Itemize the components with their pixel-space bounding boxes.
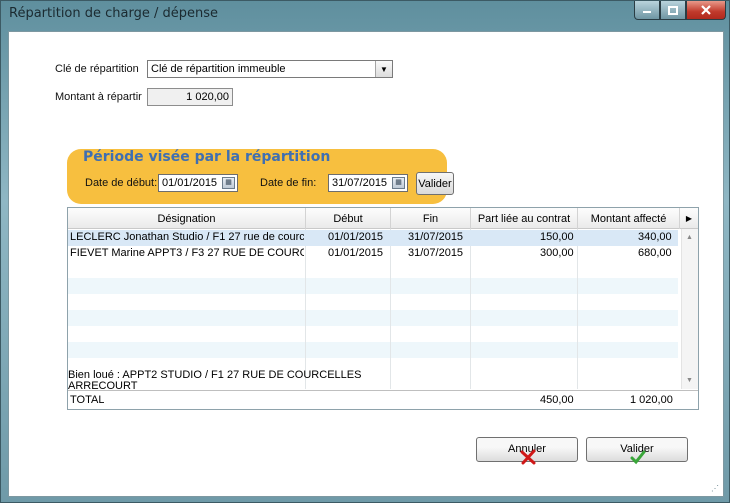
cell-fin: 31/07/2015 xyxy=(408,247,464,259)
maximize-icon xyxy=(668,5,678,15)
valider-button[interactable]: Valider xyxy=(586,437,688,465)
column-header-fin[interactable]: Fin xyxy=(391,208,471,229)
grid-header: Désignation Début Fin Part liée au contr… xyxy=(68,208,698,229)
date-debut-value: 01/01/2015 xyxy=(162,177,218,189)
bien-loue-note: Bien loué : APPT2 STUDIO / F1 27 RUE DE … xyxy=(68,370,362,390)
table-row[interactable]: FIEVET Marine APPT3 / F3 27 RUE DE COURC… xyxy=(68,246,678,262)
scroll-down-icon[interactable]: ▼ xyxy=(686,377,693,384)
cell-part: 150,00 xyxy=(540,231,574,243)
date-debut-label: Date de début: xyxy=(85,177,158,189)
empty-row xyxy=(68,342,678,358)
cle-select[interactable]: Clé de répartition immeuble ▼ xyxy=(147,60,393,78)
cle-label: Clé de répartition xyxy=(55,63,139,75)
column-header-debut[interactable]: Début xyxy=(306,208,391,229)
cell-montant: 340,00 xyxy=(638,231,672,243)
calendar-icon[interactable]: ▦ xyxy=(392,177,405,189)
cell-fin: 31/07/2015 xyxy=(408,231,464,243)
date-debut-input[interactable]: 01/01/2015 ▦ xyxy=(158,174,238,192)
empty-row xyxy=(68,278,678,294)
dialog-window: Répartition de charge / dépense Clé de r… xyxy=(0,0,730,503)
title-bar[interactable]: Répartition de charge / dépense xyxy=(1,1,729,29)
period-panel: Période visée par la répartition Date de… xyxy=(67,149,454,204)
minimize-icon xyxy=(643,11,651,13)
period-valider-button[interactable]: Valider xyxy=(416,172,454,195)
period-title: Période visée par la répartition xyxy=(83,149,331,165)
cell-part: 300,00 xyxy=(540,247,574,259)
date-fin-input[interactable]: 31/07/2015 ▦ xyxy=(328,174,408,192)
repartition-grid: Désignation Début Fin Part liée au contr… xyxy=(67,207,699,410)
vertical-scrollbar[interactable]: ▲ ▼ xyxy=(681,229,698,389)
table-row[interactable]: LECLERC Jonathan Studio / F1 27 rue de c… xyxy=(68,230,678,246)
column-header-montant[interactable]: Montant affecté xyxy=(578,208,680,229)
close-icon xyxy=(701,5,711,15)
chevron-right-icon: ▶ xyxy=(685,214,693,223)
maximize-button[interactable] xyxy=(660,1,686,20)
dialog-body: Clé de répartition Clé de répartition im… xyxy=(8,31,724,497)
column-scroll-button[interactable]: ▶ xyxy=(680,208,698,229)
cancel-x-icon xyxy=(520,449,536,465)
minimize-button[interactable] xyxy=(634,1,660,20)
checkmark-icon xyxy=(630,450,646,465)
cell-designation: LECLERC Jonathan Studio / F1 27 rue de c… xyxy=(70,231,304,243)
annuler-button[interactable]: Annuler xyxy=(476,437,578,465)
chevron-down-icon: ▼ xyxy=(380,64,388,74)
total-label: TOTAL xyxy=(70,394,105,406)
resize-grip-icon[interactable]: ⋰ xyxy=(711,484,721,494)
column-header-part[interactable]: Part liée au contrat xyxy=(471,208,578,229)
close-button[interactable] xyxy=(686,1,726,20)
calendar-icon[interactable]: ▦ xyxy=(222,177,235,189)
total-montant: 1 020,00 xyxy=(630,394,673,406)
cell-montant: 680,00 xyxy=(638,247,672,259)
cell-designation: FIEVET Marine APPT3 / F3 27 RUE DE COURC… xyxy=(70,247,304,259)
scroll-up-icon[interactable]: ▲ xyxy=(686,234,693,241)
montant-label: Montant à répartir xyxy=(55,91,142,103)
date-fin-value: 31/07/2015 xyxy=(332,177,388,189)
cle-select-value: Clé de répartition immeuble xyxy=(151,63,286,75)
cell-debut: 01/01/2015 xyxy=(328,247,384,259)
column-header-designation[interactable]: Désignation xyxy=(68,208,306,229)
window-title: Répartition de charge / dépense xyxy=(9,6,219,21)
empty-row xyxy=(68,310,678,326)
date-fin-label: Date de fin: xyxy=(260,177,317,189)
montant-field[interactable]: 1 020,00 xyxy=(147,88,233,106)
total-part: 450,00 xyxy=(540,394,574,406)
cell-debut: 01/01/2015 xyxy=(328,231,384,243)
cle-select-dropdown-button[interactable]: ▼ xyxy=(375,61,392,77)
total-row: TOTAL 450,00 1 020,00 xyxy=(68,390,698,409)
